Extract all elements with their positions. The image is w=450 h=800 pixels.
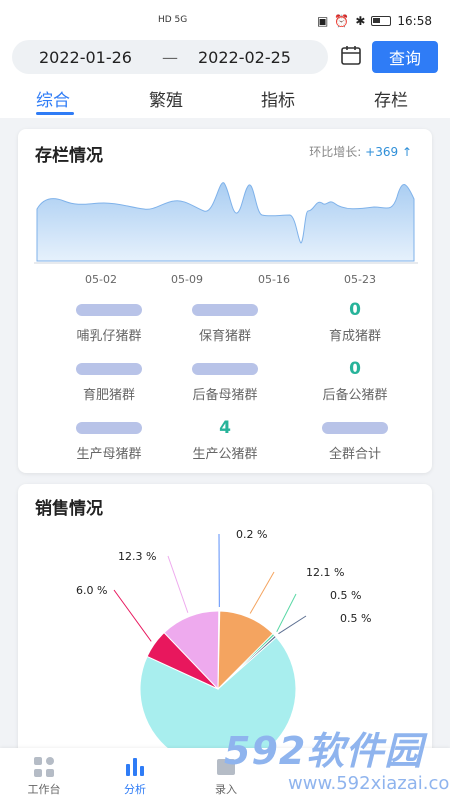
nav-analysis[interactable]: 分析: [100, 756, 170, 797]
tab-indicators[interactable]: 指标: [261, 86, 295, 111]
date-separator: —: [162, 47, 178, 67]
stat-item: 后备母猪群: [156, 358, 294, 403]
x-tick: 05-02: [85, 273, 117, 286]
tab-breeding[interactable]: 繁殖: [149, 86, 183, 111]
stat-label: 后备母猪群: [192, 388, 258, 403]
pie-leader-line: [249, 571, 275, 614]
tab-inventory[interactable]: 存栏: [374, 86, 408, 111]
pie-label: 12.1 %: [306, 566, 344, 579]
stat-label: 全群合计: [328, 447, 381, 462]
pie-label: 0.2 %: [236, 528, 267, 541]
alarm-icon: ⏰: [334, 14, 350, 28]
pie-label: 0.5 %: [340, 612, 371, 625]
watermark-logo: 592软件园: [224, 729, 424, 773]
calendar-icon[interactable]: [340, 44, 362, 66]
stat-value: 0: [349, 359, 361, 379]
x-axis-ticks: 05-02 05-09 05-16 05-23: [85, 273, 376, 286]
stat-value: [156, 299, 294, 321]
date-range-picker[interactable]: 2022-01-26 — 2022-02-25: [12, 40, 328, 74]
date-filter-bar: 2022-01-26 — 2022-02-25 查询: [0, 40, 450, 82]
start-date[interactable]: 2022-01-26: [39, 48, 132, 67]
bar-chart-icon: [126, 758, 144, 776]
stat-item: 全群合计: [286, 417, 424, 462]
growth-value: +369 ↑: [365, 145, 412, 159]
clock: 16:58: [397, 14, 432, 28]
nav-workbench[interactable]: 工作台: [9, 756, 79, 797]
bluetooth-icon: ✱: [355, 14, 366, 28]
redacted-value: [192, 304, 258, 316]
sales-title: 销售情况: [35, 499, 103, 519]
pie-label: 12.3 %: [118, 550, 156, 563]
tab-bar: 综合 繁殖 指标 存栏: [0, 82, 450, 118]
stat-item: 0 育成猪群: [286, 299, 424, 344]
redacted-value: [76, 304, 142, 316]
stat-value: [156, 358, 294, 380]
nav-analysis-label: 分析: [124, 783, 146, 796]
stat-label: 后备公猪群: [322, 388, 388, 403]
redacted-value: [192, 363, 258, 375]
pie-label: 0.5 %: [330, 589, 361, 602]
pie-leader-line: [167, 555, 189, 613]
query-button[interactable]: 查询: [372, 41, 438, 73]
x-tick: 05-09: [171, 273, 203, 286]
redacted-value: [322, 422, 388, 434]
redacted-value: [76, 422, 142, 434]
watermark-url: www.592xiazai.com: [288, 773, 450, 794]
tab-overview[interactable]: 综合: [36, 86, 70, 111]
site-watermark: 592软件园 www.592xiazai.com: [220, 718, 450, 800]
pie-leader-line: [276, 593, 297, 633]
stock-area: [36, 182, 415, 262]
redacted-value: [76, 363, 142, 375]
x-tick: 05-23: [344, 273, 376, 286]
nav-workbench-label: 工作台: [27, 783, 61, 796]
stat-label: 保育猪群: [198, 329, 251, 344]
active-tab-indicator: [36, 112, 74, 115]
pie-label: 6.0 %: [76, 584, 107, 597]
stat-item: 保育猪群: [156, 299, 294, 344]
stat-item: 4 生产公猪群: [156, 417, 294, 462]
end-date[interactable]: 2022-02-25: [198, 48, 291, 67]
stat-label: 生产公猪群: [192, 447, 258, 462]
growth-indicator: 环比增长: +369 ↑: [309, 143, 412, 160]
grid-icon: [34, 757, 54, 777]
stat-value: [286, 417, 424, 439]
status-right: ▣ ⏰ ✱ 16:58: [317, 14, 432, 28]
network-indicator: HD 5G: [158, 15, 188, 25]
stat-value: 4: [219, 418, 231, 438]
stock-area-chart: 05-02 05-09 05-16 05-23: [34, 182, 418, 286]
battery-icon: [371, 16, 392, 26]
pie-leader-line: [278, 615, 307, 635]
growth-label: 环比增长:: [309, 145, 362, 159]
stock-card: 存栏情况 环比增长: +369 ↑ 05-02 05-09 05-16 05-2…: [18, 129, 432, 473]
nfc-icon: ▣: [317, 14, 329, 28]
x-tick: 05-16: [258, 273, 290, 286]
stock-title: 存栏情况: [35, 146, 103, 166]
stat-item: 0 后备公猪群: [286, 358, 424, 403]
stat-value: 0: [349, 300, 361, 320]
pie-leader-line: [113, 589, 152, 642]
stat-label: 育成猪群: [328, 329, 381, 344]
status-bar: HD 5G ▣ ⏰ ✱ 16:58: [0, 0, 450, 40]
